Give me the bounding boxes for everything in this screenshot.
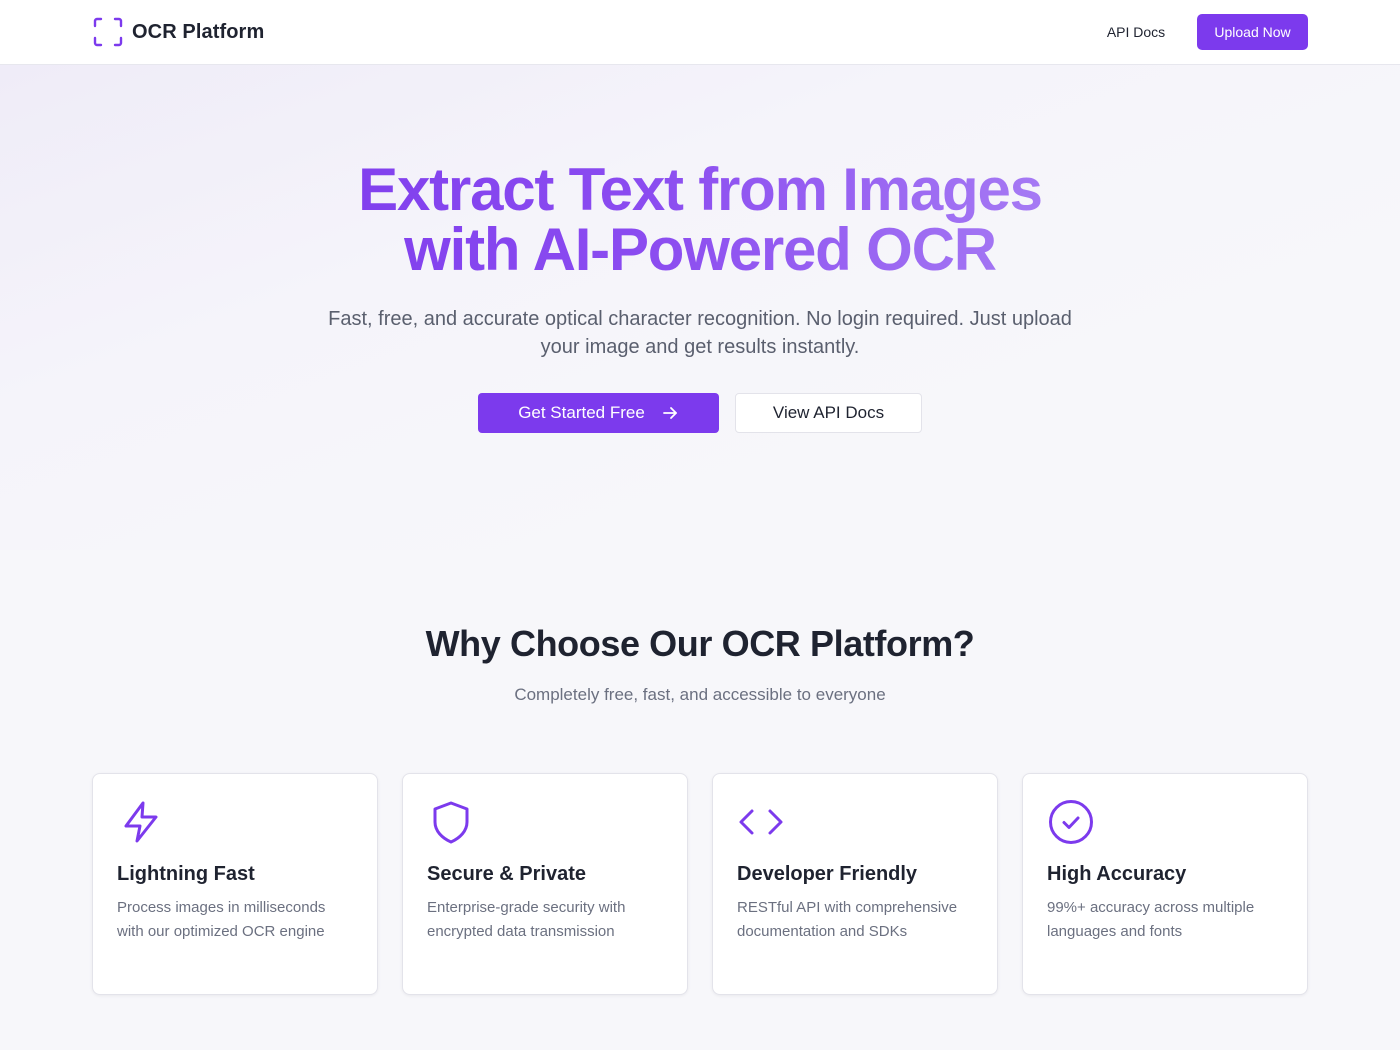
hero-title: Extract Text from Images with AI-Powered… [200, 160, 1200, 280]
lightning-icon [124, 801, 158, 843]
feature-description: RESTful API with comprehensive documenta… [737, 899, 958, 940]
feature-description: Process images in milliseconds with our … [117, 899, 326, 940]
get-started-button[interactable]: Get Started Free [478, 393, 719, 433]
feature-card-high-accuracy: High Accuracy 99%+ accuracy across multi… [1022, 773, 1308, 995]
check-circle-icon [1049, 800, 1093, 844]
scan-frame-icon [93, 17, 123, 47]
upload-now-button[interactable]: Upload Now [1197, 14, 1308, 50]
shield-icon [433, 801, 469, 844]
hero-section: Extract Text from Images with AI-Powered… [0, 65, 1400, 550]
brand-logo-link[interactable]: OCR Platform [93, 17, 264, 47]
feature-title: Lightning Fast [117, 863, 255, 885]
feature-title: Secure & Private [427, 863, 586, 885]
brand-name: OCR Platform [132, 20, 265, 43]
feature-card-lightning-fast: Lightning Fast Process images in millise… [92, 773, 378, 995]
features-title: Why Choose Our OCR Platform? [425, 623, 975, 664]
feature-title: High Accuracy [1047, 863, 1187, 885]
hero-title-line-2: with AI-Powered OCR [404, 216, 996, 283]
top-navbar: OCR Platform API Docs Upload Now [0, 0, 1400, 65]
arrow-right-icon [662, 407, 677, 419]
features-subtitle: Completely free, fast, and accessible to… [514, 685, 886, 704]
code-icon [739, 809, 783, 835]
feature-card-developer-friendly: Developer Friendly RESTful API with comp… [712, 773, 998, 995]
hero-subtitle: Fast, free, and accurate optical charact… [328, 308, 1072, 358]
feature-description: Enterprise-grade security with encrypted… [427, 899, 626, 940]
view-api-docs-button[interactable]: View API Docs [735, 393, 922, 433]
feature-card-secure-private: Secure & Private Enterprise-grade securi… [402, 773, 688, 995]
nav-api-docs-link[interactable]: API Docs [1094, 14, 1178, 50]
hero-title-line-1: Extract Text from Images [358, 156, 1042, 223]
get-started-label: Get Started Free [518, 403, 645, 422]
feature-title: Developer Friendly [737, 863, 918, 885]
feature-description: 99%+ accuracy across multiple languages … [1047, 899, 1255, 940]
